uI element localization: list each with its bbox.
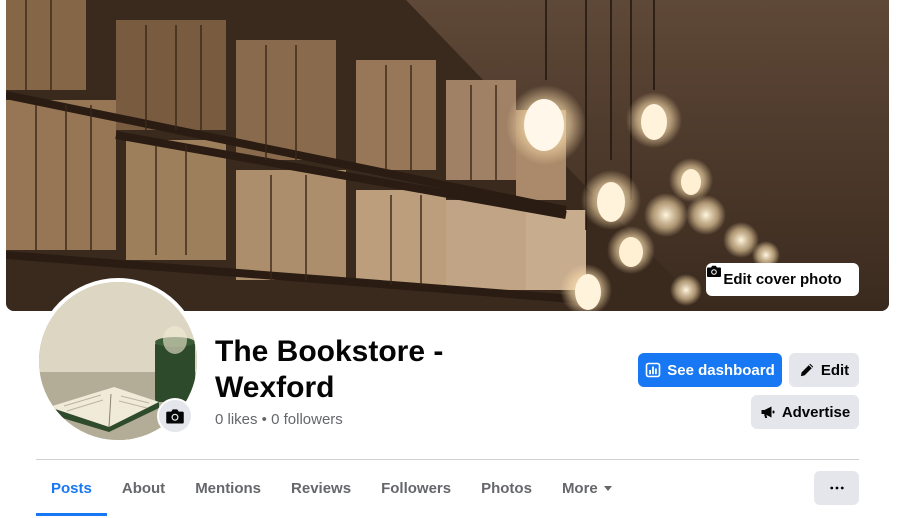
camera-icon bbox=[707, 265, 721, 277]
camera-icon bbox=[166, 409, 184, 424]
tab-followers[interactable]: Followers bbox=[366, 460, 466, 516]
tab-about[interactable]: About bbox=[107, 460, 180, 516]
tab-reviews[interactable]: Reviews bbox=[276, 460, 366, 516]
tab-more[interactable]: More bbox=[547, 460, 627, 516]
tab-label: Photos bbox=[481, 479, 532, 497]
advertise-button[interactable]: Advertise bbox=[751, 395, 859, 429]
more-options-button[interactable] bbox=[814, 471, 859, 505]
tab-label: Mentions bbox=[195, 479, 262, 497]
tab-label: Followers bbox=[381, 479, 452, 497]
tab-label: About bbox=[121, 479, 166, 497]
edit-button[interactable]: Edit bbox=[789, 353, 859, 387]
tab-mentions[interactable]: Mentions bbox=[180, 460, 276, 516]
cover-photo[interactable]: Edit cover photo bbox=[6, 0, 889, 311]
tab-label: More bbox=[561, 479, 598, 497]
tab-photos[interactable]: Photos bbox=[466, 460, 547, 516]
page-tabs: Posts About Mentions Reviews Followers P… bbox=[36, 460, 627, 516]
advertise-label: Advertise bbox=[781, 403, 851, 421]
pencil-icon bbox=[800, 363, 814, 377]
tab-posts[interactable]: Posts bbox=[36, 460, 107, 516]
page-title: The Bookstore - Wexford bbox=[215, 335, 444, 404]
edit-cover-photo-button[interactable]: Edit cover photo bbox=[706, 263, 859, 296]
edit-label: Edit bbox=[820, 361, 850, 379]
bar-chart-icon bbox=[645, 362, 661, 378]
page-stats[interactable]: 0 likes • 0 followers bbox=[215, 411, 343, 428]
edit-cover-photo-label: Edit cover photo bbox=[723, 271, 842, 288]
see-dashboard-button[interactable]: See dashboard bbox=[638, 353, 782, 387]
caret-down-icon bbox=[603, 486, 612, 491]
more-dots-icon bbox=[829, 486, 844, 490]
tab-label: Posts bbox=[51, 479, 92, 497]
see-dashboard-label: See dashboard bbox=[667, 361, 775, 379]
tab-label: Reviews bbox=[291, 479, 352, 497]
megaphone-icon bbox=[761, 406, 775, 418]
update-profile-picture-button[interactable] bbox=[157, 398, 193, 434]
